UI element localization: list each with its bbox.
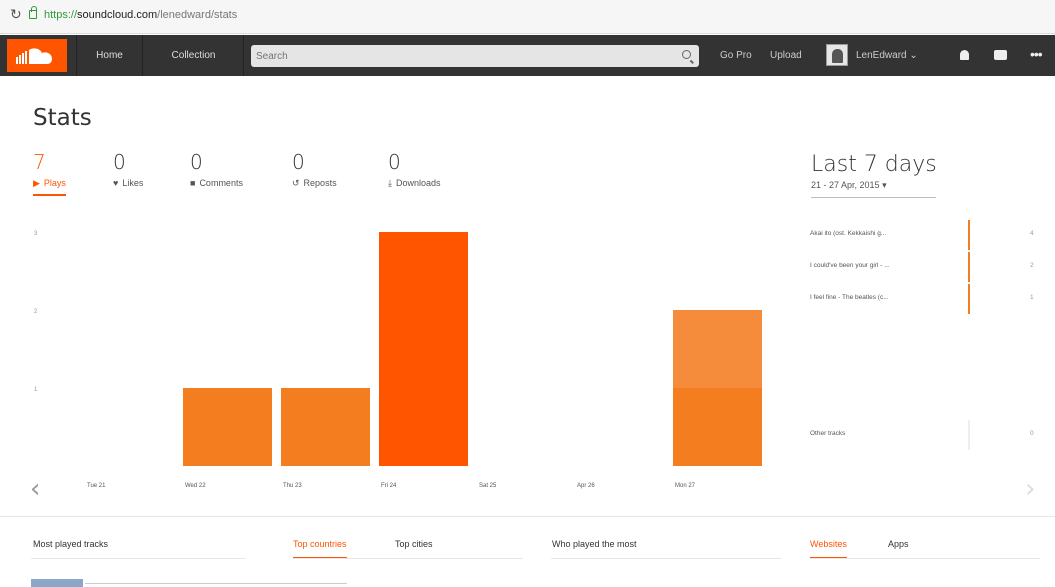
track-name: I feel fine - The beatles (c... xyxy=(810,294,889,301)
download-icon: ⤓ xyxy=(388,178,392,188)
date-range-dropdown[interactable]: 21 - 27 Apr, 2015 ▾ xyxy=(811,180,936,198)
chart-bar[interactable] xyxy=(183,388,272,466)
track-count: 1 xyxy=(1030,294,1034,301)
cloud-icon xyxy=(16,48,52,64)
x-tick-label: Mon 27 xyxy=(675,483,696,489)
stat-value: 0 xyxy=(113,150,126,174)
track-row[interactable]: I feel fine - The beatles (c... 1 xyxy=(810,284,1050,314)
bell-icon[interactable] xyxy=(960,50,969,60)
y-tick-label: 2 xyxy=(34,309,38,315)
tab-websites[interactable]: Websites xyxy=(810,539,847,558)
period-label: Last 7 days xyxy=(811,152,937,177)
reload-icon[interactable]: ↻ xyxy=(10,7,22,23)
browser-address-bar: ↻ https://soundcloud.com/lenedward/stats xyxy=(0,0,1055,34)
divider xyxy=(0,516,1055,517)
heart-icon: ♥ xyxy=(113,178,119,188)
track-count: 0 xyxy=(1030,430,1034,437)
stats-page: ↻ https://soundcloud.com/lenedward/stats… xyxy=(0,0,1055,587)
stat-comments[interactable]: 0 ■ Comments xyxy=(190,150,243,188)
url-field[interactable]: https://soundcloud.com/lenedward/stats xyxy=(44,9,237,21)
chart-bar[interactable] xyxy=(673,310,762,388)
chevron-right-icon[interactable]: › xyxy=(1025,474,1035,504)
nav-collection[interactable]: Collection xyxy=(144,35,244,76)
lock-icon xyxy=(29,6,37,19)
tab-apps[interactable]: Apps xyxy=(888,539,909,549)
chevron-left-icon[interactable]: ‹ xyxy=(30,474,40,504)
track-bar xyxy=(968,420,970,450)
chart-bar[interactable] xyxy=(379,232,468,466)
track-artwork[interactable] xyxy=(31,579,83,587)
tab-most-played-tracks[interactable]: Most played tracks xyxy=(33,539,108,549)
chart-bar[interactable] xyxy=(281,388,370,466)
avatar[interactable] xyxy=(826,44,848,66)
site-header: Home Collection Go Pro Upload LenEdward … xyxy=(0,35,1055,76)
repost-icon: ↺ xyxy=(292,178,300,188)
stat-downloads[interactable]: 0 ⤓ Downloads xyxy=(388,150,441,189)
upload-link[interactable]: Upload xyxy=(770,35,802,76)
track-name: Akai ito (ost. Kekkaishi g... xyxy=(810,230,887,237)
track-name: Other tracks xyxy=(810,430,846,437)
user-menu[interactable]: LenEdward ⌄ xyxy=(856,35,918,76)
stat-plays[interactable]: 7 ▶ Plays xyxy=(33,150,66,196)
play-icon: ▶ xyxy=(33,178,40,188)
period-selector[interactable]: Last 7 days 21 - 27 Apr, 2015 ▾ xyxy=(811,152,937,198)
username: LenEdward xyxy=(856,50,907,61)
track-row[interactable]: I could've been your girl - ... 2 xyxy=(810,252,1050,282)
stat-value: 0 xyxy=(190,150,203,174)
search-box xyxy=(251,45,699,67)
url-host: soundcloud.com xyxy=(77,9,158,21)
track-name: I could've been your girl - ... xyxy=(810,262,890,269)
x-tick-label: Sat 25 xyxy=(479,483,497,489)
y-tick-label: 1 xyxy=(34,387,38,393)
tab-top-cities[interactable]: Top cities xyxy=(395,539,433,549)
url-path: /lenedward/stats xyxy=(157,9,238,21)
soundcloud-logo[interactable] xyxy=(7,39,67,72)
track-bar xyxy=(968,220,970,250)
go-pro-link[interactable]: Go Pro xyxy=(720,35,752,76)
track-count: 4 xyxy=(1030,230,1034,237)
stat-label: Likes xyxy=(122,178,144,188)
stat-value: 0 xyxy=(388,150,401,174)
stat-reposts[interactable]: 0 ↺ Reposts xyxy=(292,150,337,189)
stat-label: Plays xyxy=(43,178,66,188)
chevron-down-icon: ▾ xyxy=(882,180,887,190)
divider xyxy=(810,558,1040,559)
stat-value: 0 xyxy=(292,150,305,174)
track-row-other[interactable]: Other tracks 0 xyxy=(810,420,1050,450)
divider xyxy=(293,558,523,559)
track-count: 2 xyxy=(1030,262,1034,269)
stat-likes[interactable]: 0 ♥ Likes xyxy=(113,150,143,188)
chart-bar[interactable] xyxy=(673,388,762,466)
page-title: Stats xyxy=(33,105,92,131)
nav-home[interactable]: Home xyxy=(76,35,143,76)
search-input[interactable] xyxy=(256,47,666,65)
x-tick-label: Fri 24 xyxy=(381,483,397,489)
track-row[interactable]: Akai ito (ost. Kekkaishi g... 4 xyxy=(810,220,1050,250)
tab-who-played-the-most[interactable]: Who played the most xyxy=(552,539,637,549)
tab-top-countries[interactable]: Top countries xyxy=(293,539,347,558)
more-icon[interactable]: ••• xyxy=(1030,35,1043,76)
url-scheme: https:// xyxy=(44,9,78,21)
comment-icon: ■ xyxy=(190,178,196,188)
stat-label: Comments xyxy=(199,178,243,188)
plays-chart: 1 2 3 Tue 21 Wed 22 Thu 23 Fri 24 Sat 25 Apr 26 M… xyxy=(34,231,762,489)
y-tick-label: 3 xyxy=(34,231,38,237)
progress-bar xyxy=(85,583,347,584)
x-tick-label: Tue 21 xyxy=(87,483,106,489)
track-bar xyxy=(968,252,970,282)
mail-icon[interactable] xyxy=(994,50,1007,60)
x-tick-label: Apr 26 xyxy=(577,483,595,489)
search-icon[interactable] xyxy=(682,50,691,59)
stat-label: Reposts xyxy=(303,178,337,188)
divider xyxy=(31,558,246,559)
track-bar xyxy=(968,284,970,314)
x-tick-label: Thu 23 xyxy=(283,483,302,489)
stat-value: 7 xyxy=(33,150,46,174)
divider xyxy=(551,558,781,559)
chevron-down-icon: ⌄ xyxy=(909,50,918,61)
stat-label: Downloads xyxy=(395,178,441,188)
date-range: 21 - 27 Apr, 2015 xyxy=(811,180,880,190)
x-tick-label: Wed 22 xyxy=(185,483,206,489)
